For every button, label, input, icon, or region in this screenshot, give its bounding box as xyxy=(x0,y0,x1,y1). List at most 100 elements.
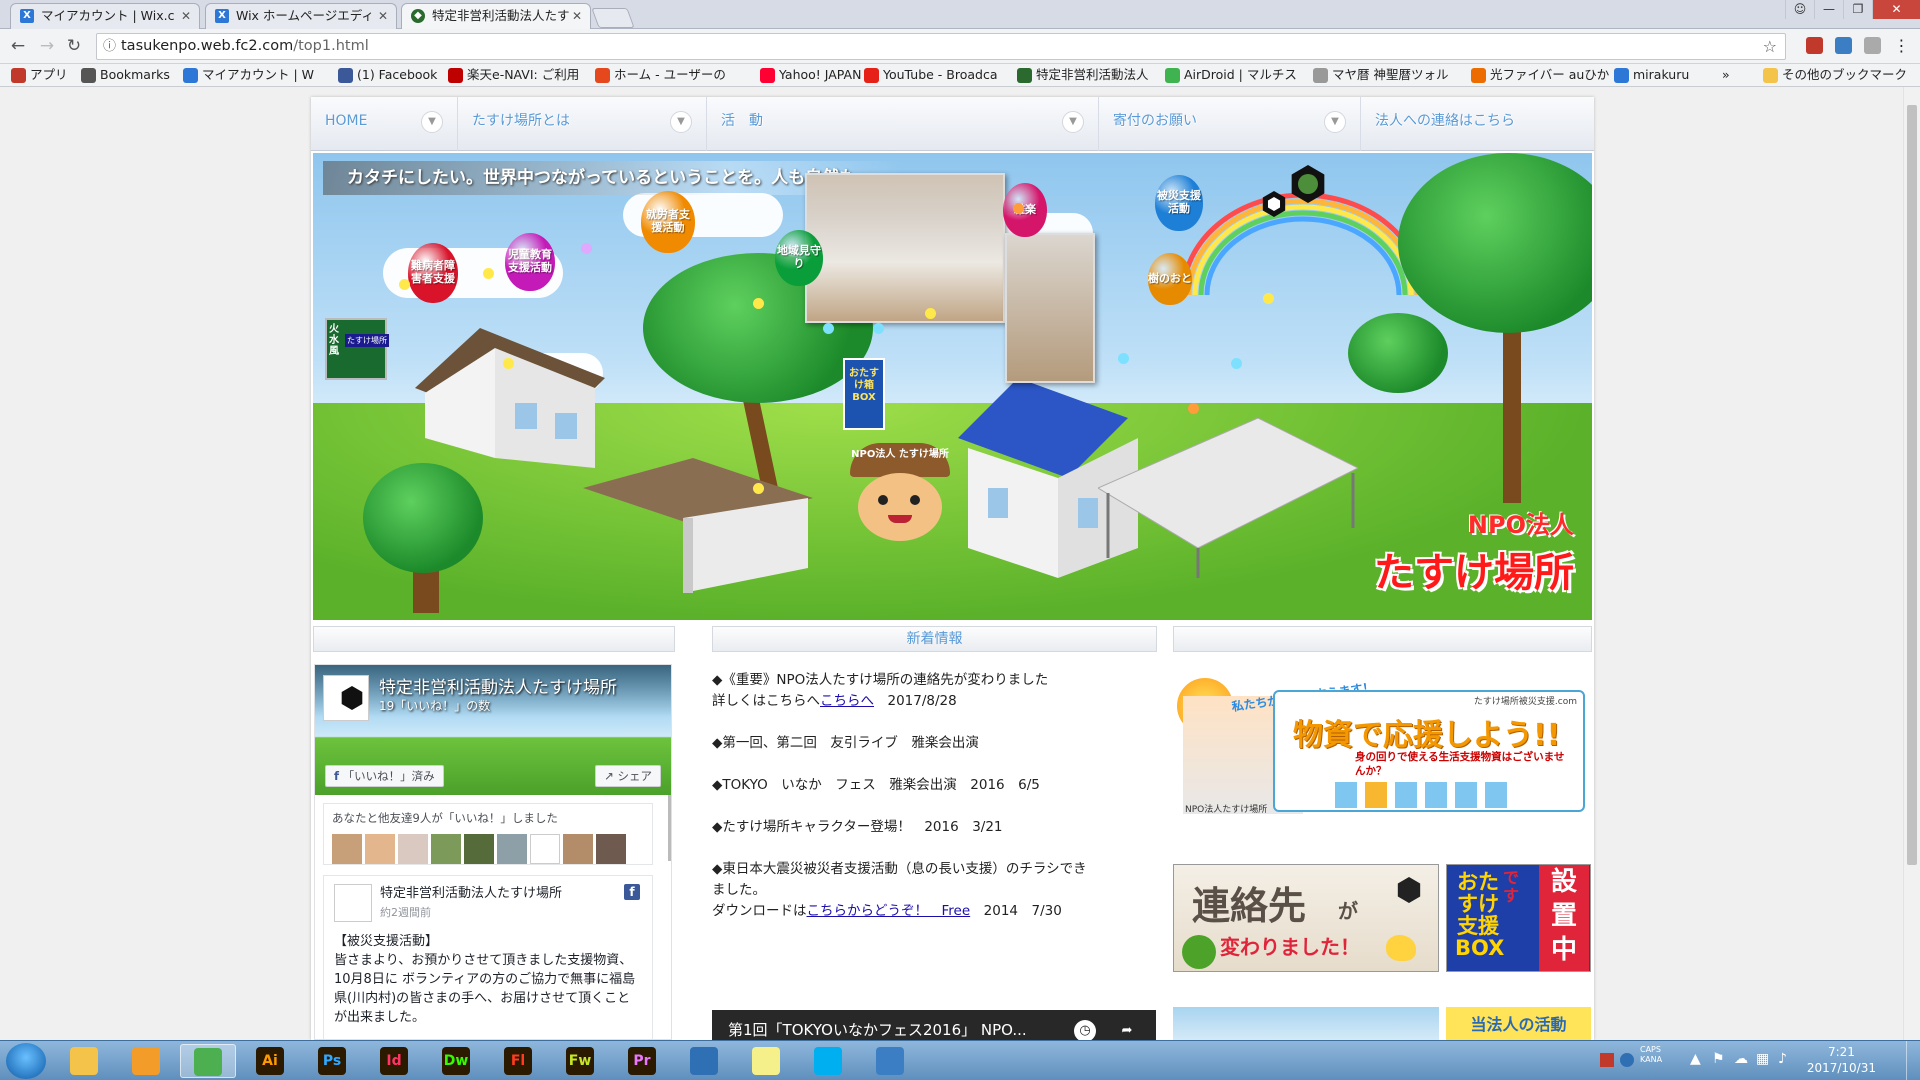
bookmark-item[interactable]: 特定非営利活動法人 xyxy=(1016,64,1149,86)
support-banner[interactable]: 私たちが活動を支えます！ NPO法人たすけ場所 たすけ場所被災支援.com 物資… xyxy=(1173,676,1588,816)
clock[interactable]: 7:21 2017/10/31 xyxy=(1807,1044,1876,1076)
post-author-logo[interactable] xyxy=(334,884,372,922)
bookmark-item[interactable]: AirDroid | マルチス xyxy=(1164,64,1297,86)
house-left xyxy=(415,328,605,468)
avatar[interactable] xyxy=(530,834,560,864)
bookmark-item[interactable]: マヤ暦 神聖暦ツォル xyxy=(1312,64,1448,86)
taskbar-app[interactable] xyxy=(56,1044,112,1078)
taskbar-app[interactable]: Pr xyxy=(614,1044,670,1078)
tab-tasuke[interactable]: ◆ 特定非営利活動法人たす ✕ xyxy=(401,3,591,30)
nav-donation[interactable]: 寄付のお願い ▼ xyxy=(1099,97,1361,151)
flag-icon[interactable]: ⚑ xyxy=(1712,1051,1725,1067)
contact-changed-banner[interactable]: 連絡先 が 変わりました！ xyxy=(1173,864,1439,972)
taskbar-app[interactable]: Fl xyxy=(490,1044,546,1078)
nav-home[interactable]: HOME ▼ xyxy=(311,97,458,151)
back-arrow-icon[interactable]: ← xyxy=(7,36,29,56)
extension-red-icon[interactable] xyxy=(1806,37,1823,54)
avatar[interactable] xyxy=(464,834,494,864)
taskbar-app[interactable] xyxy=(118,1044,174,1078)
acrobat-icon[interactable] xyxy=(1600,1053,1614,1067)
network-icon[interactable]: ▦ xyxy=(1756,1051,1769,1067)
forward-arrow-icon[interactable]: → xyxy=(36,36,58,56)
bookmark-item[interactable]: Yahoo! JAPAN xyxy=(759,64,861,86)
taskbar-app[interactable] xyxy=(676,1044,732,1078)
avatar[interactable] xyxy=(596,834,626,864)
bookmark-item[interactable]: mirakuru xyxy=(1613,64,1689,86)
share-button[interactable]: ↗ シェア xyxy=(595,765,661,787)
taskbar-app[interactable] xyxy=(800,1044,856,1078)
nav-activities[interactable]: 活 動 ▼ xyxy=(707,97,1099,151)
download-link[interactable]: こちらからどうぞ！ Free xyxy=(807,903,971,919)
close-window-icon[interactable]: ✕ xyxy=(1872,0,1920,19)
post-time[interactable]: 約2週間前 xyxy=(380,903,562,922)
page-scrollbar[interactable] xyxy=(1903,87,1920,1040)
close-icon[interactable]: ✕ xyxy=(181,4,191,28)
taskbar-app[interactable]: Ps xyxy=(304,1044,360,1078)
avatar[interactable] xyxy=(563,834,593,864)
watch-later-icon[interactable]: ◷ xyxy=(1074,1020,1096,1042)
menu-kebab-icon[interactable]: ⋮ xyxy=(1893,37,1910,54)
other-bookmarks[interactable]: その他のブックマーク xyxy=(1762,64,1907,86)
scrollbar-thumb[interactable] xyxy=(1907,105,1917,865)
bookmark-item[interactable]: Bookmarks xyxy=(80,64,170,86)
taskbar-app[interactable]: Id xyxy=(366,1044,422,1078)
avatar[interactable] xyxy=(365,834,395,864)
widget-scrollbar[interactable] xyxy=(668,795,671,861)
info-icon[interactable]: ⓘ xyxy=(103,34,116,59)
taskbar-app[interactable] xyxy=(180,1044,236,1078)
help-icon[interactable] xyxy=(1620,1053,1634,1067)
bookmark-item[interactable]: マイアカウント | W xyxy=(182,64,314,86)
ime-indicator[interactable]: CAPS KANA xyxy=(1640,1045,1680,1065)
facebook-page-name[interactable]: 特定非営利活動法人たすけ場所 xyxy=(379,673,617,698)
post-author[interactable]: 特定非営利活動法人たすけ場所 xyxy=(380,884,562,903)
avatar[interactable] xyxy=(431,834,461,864)
avatar[interactable] xyxy=(497,834,527,864)
cloud-icon[interactable]: ☁ xyxy=(1734,1051,1748,1067)
avatar[interactable] xyxy=(332,834,362,864)
taskbar-app[interactable]: Fw xyxy=(552,1044,608,1078)
bookmark-item[interactable]: (1) Facebook xyxy=(337,64,437,86)
taskbar-app[interactable] xyxy=(738,1044,794,1078)
facebook-cover[interactable]: 特定非営利活動法人たすけ場所 19「いいね！」の数 f 「いいね！」済み ↗ シ… xyxy=(315,665,671,795)
video-title[interactable]: 第1回「TOKYOいなかフェス2016」 NPO... xyxy=(728,1021,1027,1039)
news-link[interactable]: こちらへ xyxy=(820,693,874,709)
liked-button[interactable]: f 「いいね！」済み xyxy=(325,765,444,787)
tab-wix-editor[interactable]: X Wix ホームページエディ ✕ xyxy=(205,3,397,29)
notification-chevron-icon[interactable]: ▲ xyxy=(1690,1051,1701,1067)
facebook-icon[interactable]: f xyxy=(624,884,640,900)
share-icon[interactable]: ➦ xyxy=(1116,1020,1138,1042)
show-desktop-button[interactable] xyxy=(1906,1041,1920,1080)
support-box-banner[interactable]: おたすけ支援BOX です 設置中 xyxy=(1446,864,1591,972)
taskbar-app[interactable] xyxy=(862,1044,918,1078)
bookmark-item[interactable]: ホーム - ユーザーの xyxy=(594,64,726,86)
volume-icon[interactable]: ♪ xyxy=(1778,1051,1787,1067)
news-item: ◆たすけ場所キャラクター登場！ 2016 3/21 xyxy=(712,819,1003,835)
close-icon[interactable]: ✕ xyxy=(378,4,388,28)
user-icon[interactable]: ☺ xyxy=(1785,0,1814,19)
nav-about[interactable]: たすけ場所とは ▼ xyxy=(458,97,707,151)
start-button[interactable] xyxy=(6,1043,46,1079)
tab-wix-account[interactable]: X マイアカウント | Wix.c ✕ xyxy=(10,3,200,29)
new-tab-button[interactable] xyxy=(591,8,635,28)
friends-likes-text: あなたと他友達9人が「いいね！」しました xyxy=(332,811,558,825)
reload-icon[interactable]: ↻ xyxy=(63,36,85,56)
bookmark-item[interactable]: アプリ xyxy=(10,64,68,86)
avatar[interactable] xyxy=(398,834,428,864)
minimize-icon[interactable]: — xyxy=(1814,0,1843,19)
taskbar-app[interactable]: Dw xyxy=(428,1044,484,1078)
activity-banner[interactable]: 当法人の活動 xyxy=(1446,1007,1591,1043)
nav-contact[interactable]: 法人への連絡はこちら xyxy=(1361,97,1594,151)
address-bar[interactable]: ⓘ tasukenpo.web.fc2.com/top1.html ☆ xyxy=(96,33,1786,60)
bookmark-item[interactable]: YouTube - Broadca xyxy=(863,64,998,86)
bookmark-star-icon[interactable]: ☆ xyxy=(1763,34,1777,59)
bookmark-item[interactable]: 楽天e-NAVI: ご利用 xyxy=(447,64,579,86)
bookmarks-overflow-button[interactable]: » xyxy=(1722,64,1730,86)
page-logo[interactable] xyxy=(323,675,369,721)
close-icon[interactable]: ✕ xyxy=(572,4,582,28)
taskbar-app[interactable]: Ai xyxy=(242,1044,298,1078)
restore-icon[interactable]: ❐ xyxy=(1843,0,1872,19)
extension-blue-icon[interactable] xyxy=(1835,37,1852,54)
city-banner[interactable] xyxy=(1173,1007,1439,1043)
extension-grey-icon[interactable] xyxy=(1864,37,1881,54)
bookmark-item[interactable]: 光ファイバー auひか xyxy=(1470,64,1609,86)
